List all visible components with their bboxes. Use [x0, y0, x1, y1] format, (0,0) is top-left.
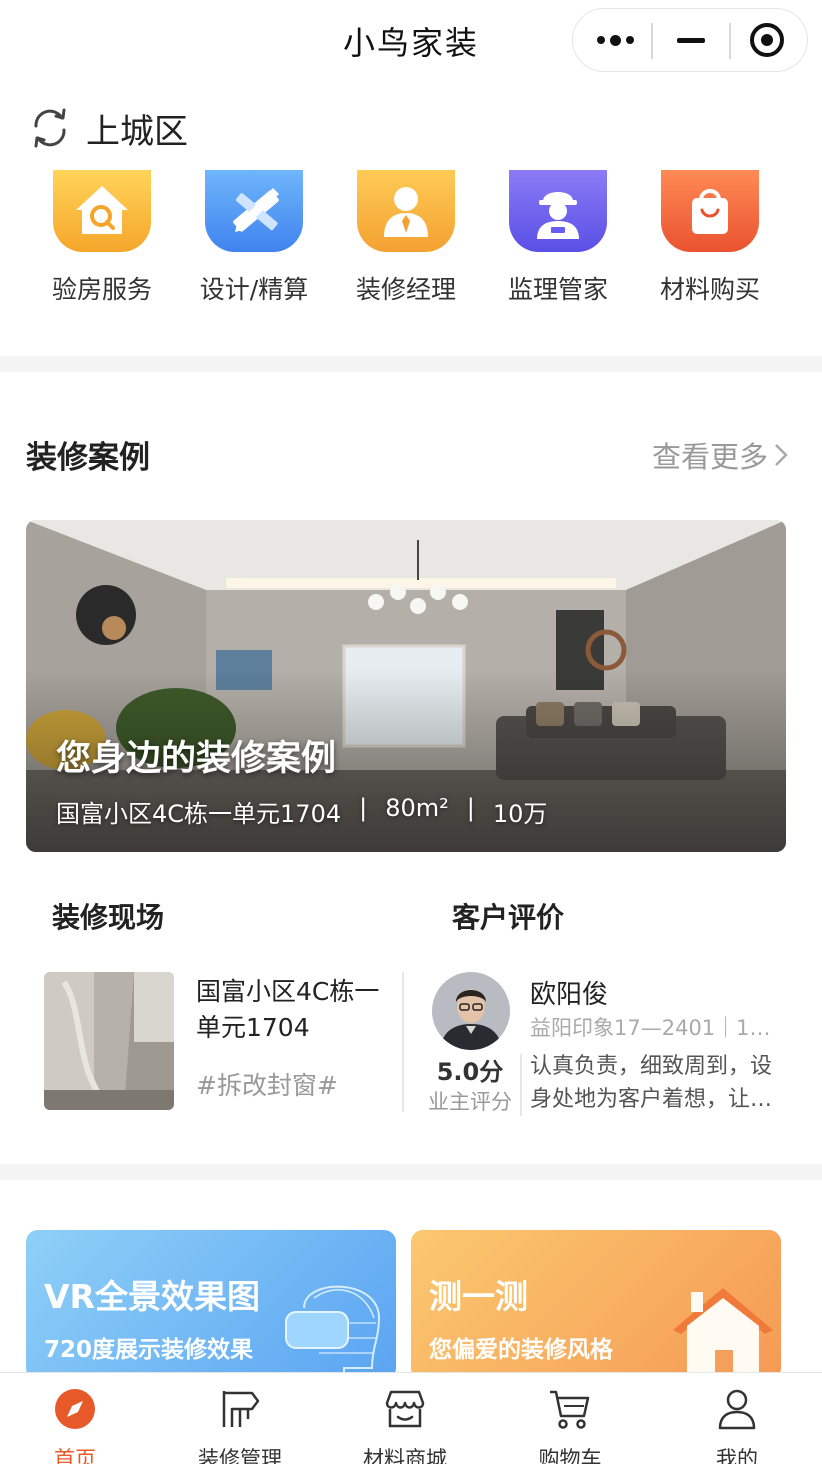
tab-cart[interactable]: 购物车 — [495, 1387, 645, 1464]
target-icon — [750, 23, 784, 57]
store-icon — [330, 1387, 480, 1431]
location-switcher[interactable]: 上城区 — [30, 104, 188, 152]
service-label: 设计/精算 — [199, 275, 309, 304]
tab-label: 装修管理 — [198, 1447, 282, 1464]
service-label: 监理管家 — [507, 275, 608, 304]
shopping-bag-icon — [661, 170, 759, 252]
ruler-pencil-icon — [205, 170, 303, 252]
case-title: 您身边的装修案例 — [56, 739, 337, 779]
view-more-link[interactable]: 查看更多 — [652, 434, 788, 476]
house-icon — [673, 1288, 773, 1380]
tab-home[interactable]: 首页 — [0, 1387, 150, 1464]
promo-subtitle: 720度展示装修效果 — [44, 1337, 254, 1363]
meta-separator: | — [466, 794, 475, 822]
service-label: 验房服务 — [51, 275, 152, 304]
view-more-label: 查看更多 — [651, 440, 768, 474]
service-materials[interactable]: 材料购买 — [635, 170, 785, 306]
case-area: 80m² — [385, 794, 449, 822]
minimize-button[interactable] — [653, 9, 729, 71]
service-manager[interactable]: 装修经理 — [331, 170, 481, 306]
reviewer-name: 欧阳俊 — [530, 980, 609, 1010]
style-quiz-card[interactable]: 测一测 您偏爱的装修风格 — [411, 1230, 781, 1380]
site-name: 国富小区4C栋一单元1704 — [196, 977, 380, 1042]
bottom-tab-bar: 首页 装修管理 材料商城 购物车 我的 — [0, 1372, 822, 1464]
site-photo[interactable] — [44, 972, 174, 1110]
close-miniprogram-button[interactable] — [729, 9, 805, 71]
case-budget: 10万 — [492, 800, 548, 828]
chevron-right-icon — [775, 444, 788, 466]
owner-score: 5.0分 — [436, 1058, 504, 1086]
featured-case-card[interactable]: 您身边的装修案例 国富小区4C栋一单元1704 | 80m² | 10万 — [26, 520, 786, 852]
mini-program-capsule — [572, 8, 808, 72]
case-meta: 国富小区4C栋一单元1704 | 80m² | 10万 — [56, 794, 547, 829]
tab-label: 我的 — [716, 1447, 758, 1464]
meta-separator: | — [359, 794, 368, 822]
tab-label: 材料商城 — [363, 1447, 447, 1464]
tab-renovation-management[interactable]: 装修管理 — [165, 1387, 315, 1464]
service-inspection[interactable]: 验房服务 — [27, 170, 177, 306]
vr-panorama-card[interactable]: VR全景效果图 720度展示装修效果 — [26, 1230, 396, 1380]
more-dots-icon — [596, 34, 634, 46]
service-label: 材料购买 — [659, 275, 760, 304]
score-divider — [520, 1054, 522, 1116]
house-search-icon — [53, 170, 151, 252]
review-text[interactable]: 认真负责，细致周到，设身处地为客户着想，让… — [530, 1050, 780, 1116]
tab-mine[interactable]: 我的 — [662, 1387, 812, 1464]
tab-material-mall[interactable]: 材料商城 — [330, 1387, 480, 1464]
section-divider — [0, 356, 822, 372]
promo-subtitle: 您偏爱的装修风格 — [429, 1337, 613, 1363]
district-label: 上城区 — [86, 111, 188, 152]
compass-icon — [0, 1387, 150, 1431]
case-community: 国富小区4C栋一单元1704 — [56, 800, 342, 828]
owner-score-label: 业主评分 — [428, 1090, 512, 1114]
avatar[interactable] — [432, 972, 510, 1050]
refresh-icon — [34, 108, 66, 148]
tab-label: 首页 — [54, 1447, 96, 1464]
promo-title: VR全景效果图 — [44, 1277, 260, 1316]
site-section-title: 装修现场 — [52, 901, 165, 934]
vr-headset-icon — [285, 1285, 381, 1380]
paint-roller-icon — [165, 1387, 315, 1431]
more-options-button[interactable] — [577, 9, 653, 71]
worker-icon — [509, 170, 607, 252]
service-grid: 验房服务 设计/精算 装修经理 监理管家 材料购买 — [0, 170, 822, 320]
promo-title: 测一测 — [429, 1277, 528, 1316]
reviewer-address: 益阳印象17—2401｜1… — [530, 1016, 771, 1040]
minus-icon — [677, 37, 705, 43]
service-supervisor[interactable]: 监理管家 — [483, 170, 633, 306]
site-tag[interactable]: #拆改封窗# — [196, 1066, 338, 1102]
cart-icon — [495, 1387, 645, 1431]
cases-section-title: 装修案例 — [26, 440, 150, 476]
manager-icon — [357, 170, 455, 252]
review-section-title: 客户评价 — [452, 901, 565, 934]
tab-label: 购物车 — [538, 1447, 602, 1464]
service-label: 装修经理 — [355, 275, 456, 304]
service-design[interactable]: 设计/精算 — [179, 170, 329, 306]
person-icon — [662, 1387, 812, 1431]
section-divider — [0, 1164, 822, 1180]
navigation-bar: 小鸟家装 — [0, 0, 822, 82]
column-divider — [402, 972, 404, 1112]
